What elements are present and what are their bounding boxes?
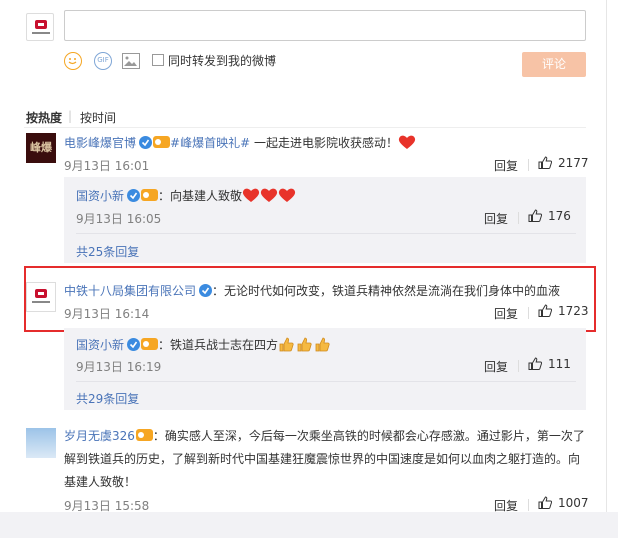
like-count: 176 bbox=[548, 209, 571, 223]
comment-time: 9月13日 16:01 bbox=[64, 159, 150, 173]
reply-button[interactable]: 回复 bbox=[484, 210, 508, 227]
divider bbox=[76, 233, 576, 234]
thumbs-up-emoji-icon bbox=[279, 337, 330, 352]
verified-blue-icon bbox=[199, 284, 213, 297]
divider bbox=[24, 127, 586, 128]
current-user-avatar bbox=[26, 13, 54, 41]
comment-author[interactable]: 电影峰爆官博 bbox=[64, 136, 136, 150]
thumbs-up-icon bbox=[528, 357, 542, 370]
like-button[interactable]: 2177 bbox=[538, 156, 589, 170]
level-badge-icon bbox=[135, 429, 153, 441]
action-separator bbox=[528, 307, 529, 319]
like-button[interactable]: 111 bbox=[528, 357, 571, 371]
reply-text: ：向基建人致敬 bbox=[158, 189, 243, 203]
like-count: 1723 bbox=[558, 304, 589, 318]
divider bbox=[76, 381, 576, 382]
reply-time: 9月13日 16:19 bbox=[76, 360, 162, 374]
comment-text: ：无论时代如何改变，铁道兵精神依然是流淌在我们身体中的血液 bbox=[212, 284, 561, 298]
submit-comment-button[interactable]: 评论 bbox=[522, 52, 586, 77]
comment-author[interactable]: 岁月无虞326 bbox=[64, 429, 135, 443]
comment-input[interactable] bbox=[64, 10, 586, 41]
comment-time: 9月13日 15:58 bbox=[64, 499, 150, 513]
thumbs-up-icon bbox=[528, 209, 542, 222]
verified-blue-icon bbox=[127, 189, 141, 202]
reply-button[interactable]: 回复 bbox=[484, 358, 508, 375]
crcc-logo-icon bbox=[32, 289, 50, 303]
avatar-text: 峰爆 bbox=[30, 141, 52, 154]
reply-body: 国资小新 ：铁道兵战士志在四方 bbox=[76, 336, 332, 353]
hearts-icon bbox=[242, 188, 296, 202]
sort-by-hot[interactable]: 按热度 bbox=[26, 109, 62, 126]
comment-time: 9月13日 16:14 bbox=[64, 307, 150, 321]
forward-label: 同时转发到我的微博 bbox=[168, 54, 277, 68]
comment-body: 电影峰爆官博 #峰爆首映礼# 一起走进电影院收获感动！ bbox=[64, 134, 416, 151]
thumbs-up-icon bbox=[538, 496, 552, 509]
thumbs-up-icon bbox=[538, 156, 552, 169]
comment-body: 岁月无虞326 ：确实感人至深，今后每一次乘坐高铁的时候都会心存感激。通过影片，第… bbox=[64, 425, 588, 494]
like-count: 1007 bbox=[558, 496, 589, 510]
bottom-bar bbox=[0, 512, 618, 538]
more-replies-link[interactable]: 共29条回复 bbox=[76, 390, 139, 407]
crcc-logo-icon bbox=[32, 20, 50, 34]
level-badge-icon bbox=[153, 136, 171, 148]
sort-separator: | bbox=[68, 109, 73, 123]
verified-blue-icon bbox=[127, 338, 141, 351]
sort-by-time[interactable]: 按时间 bbox=[80, 109, 116, 126]
reply-author[interactable]: 国资小新 bbox=[76, 338, 124, 352]
verified-blue-icon bbox=[139, 136, 153, 149]
emoji-icon[interactable] bbox=[64, 52, 82, 70]
reply-body: 国资小新 ：向基建人致敬 bbox=[76, 187, 296, 204]
highlight-box bbox=[24, 266, 596, 332]
action-separator bbox=[528, 499, 529, 511]
reply-button[interactable]: 回复 bbox=[494, 157, 518, 174]
reply-time: 9月13日 16:05 bbox=[76, 212, 162, 226]
reply-text: ：铁道兵战士志在四方 bbox=[158, 338, 279, 352]
avatar[interactable]: 峰爆 bbox=[26, 133, 56, 163]
like-count: 2177 bbox=[558, 156, 589, 170]
topic-tag[interactable]: #峰爆首映礼# bbox=[170, 136, 250, 150]
like-button[interactable]: 176 bbox=[528, 209, 571, 223]
avatar[interactable] bbox=[26, 282, 56, 312]
level-badge-icon bbox=[141, 338, 159, 350]
heart-icon bbox=[398, 135, 416, 149]
reply-button[interactable]: 回复 bbox=[494, 497, 518, 514]
like-count: 111 bbox=[548, 357, 571, 371]
more-replies-link[interactable]: 共25条回复 bbox=[76, 243, 139, 260]
reply-button[interactable]: 回复 bbox=[494, 305, 518, 322]
action-separator bbox=[528, 159, 529, 171]
like-button[interactable]: 1723 bbox=[538, 304, 589, 318]
like-button[interactable]: 1007 bbox=[538, 496, 589, 510]
reply-author[interactable]: 国资小新 bbox=[76, 189, 124, 203]
comment-text: 一起走进电影院收获感动！ bbox=[250, 136, 398, 150]
avatar[interactable] bbox=[26, 428, 56, 458]
image-icon[interactable] bbox=[122, 53, 140, 69]
thumbs-up-icon bbox=[538, 304, 552, 317]
action-separator bbox=[518, 212, 519, 224]
action-separator bbox=[518, 360, 519, 372]
forward-checkbox[interactable] bbox=[152, 54, 164, 66]
level-badge-icon bbox=[141, 189, 159, 201]
comment-author[interactable]: 中铁十八局集团有限公司 bbox=[64, 284, 196, 298]
right-edge-divider bbox=[606, 0, 607, 512]
gif-icon[interactable]: GIF bbox=[94, 52, 112, 70]
comment-body: 中铁十八局集团有限公司 ：无论时代如何改变，铁道兵精神依然是流淌在我们身体中的血液 bbox=[64, 282, 560, 299]
